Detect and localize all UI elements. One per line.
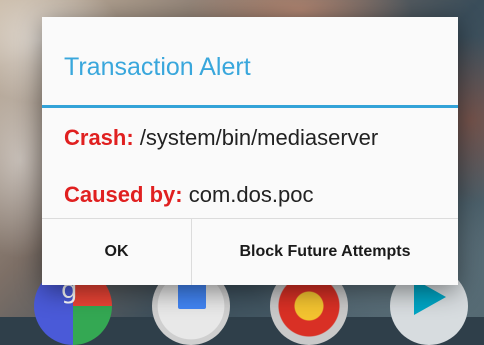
caused-by-label: Caused by: bbox=[64, 182, 183, 207]
crash-label: Crash: bbox=[64, 125, 134, 150]
caused-by-line: Caused by: com.dos.poc bbox=[64, 182, 313, 208]
dialog-button-bar: OK Block Future Attempts bbox=[42, 218, 458, 285]
caused-by-value: com.dos.poc bbox=[188, 182, 314, 207]
transaction-alert-dialog: Transaction Alert Crash: /system/bin/med… bbox=[42, 17, 458, 285]
ok-button[interactable]: OK bbox=[42, 219, 192, 285]
dialog-title: Transaction Alert bbox=[42, 17, 458, 108]
crash-value: /system/bin/mediaserver bbox=[139, 125, 379, 150]
block-future-attempts-button[interactable]: Block Future Attempts bbox=[192, 219, 458, 285]
crash-line: Crash: /system/bin/mediaserver bbox=[64, 125, 378, 151]
